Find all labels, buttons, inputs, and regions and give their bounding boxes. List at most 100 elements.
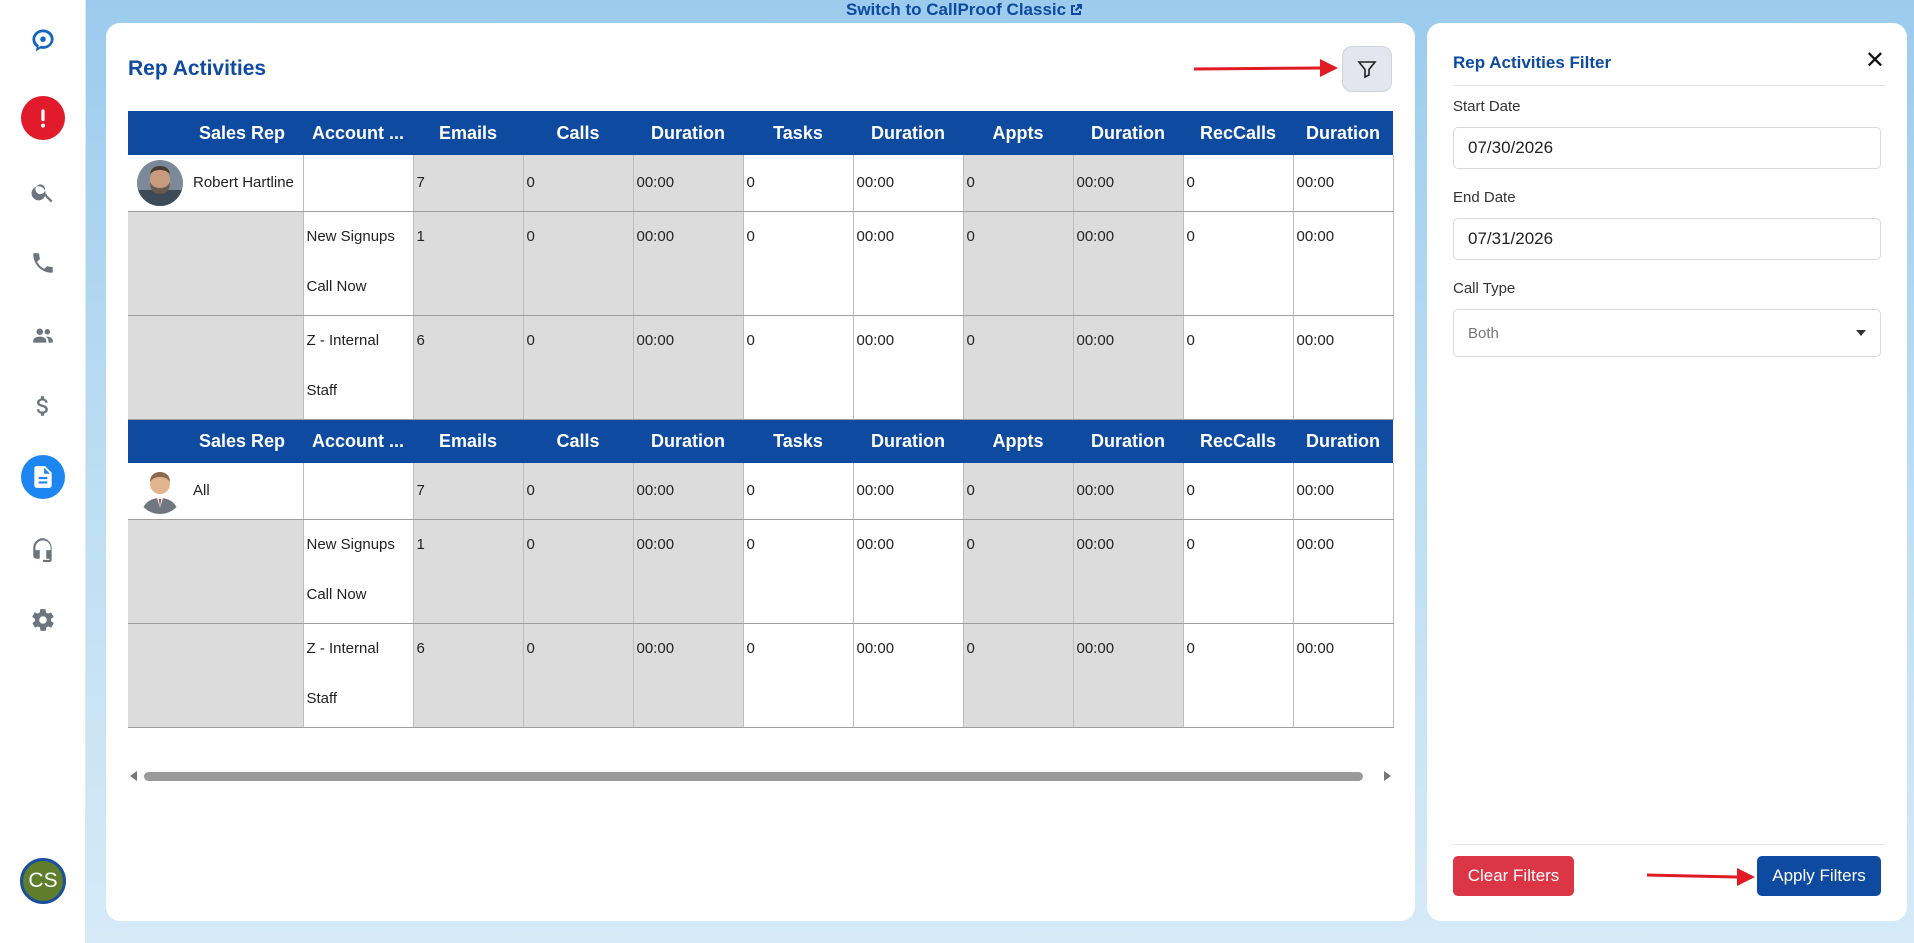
table-cell: 00:00 (1293, 519, 1394, 624)
exclamation-icon[interactable] (21, 96, 65, 140)
column-header[interactable]: Appts (963, 111, 1073, 155)
switch-to-classic-label: Switch to CallProof Classic (846, 0, 1067, 19)
table-cell: 00:00 (1293, 155, 1394, 212)
column-header[interactable]: Duration (1073, 419, 1183, 463)
account-cell: Z - Internal Staff (303, 623, 414, 728)
table-cell: 00:00 (1293, 211, 1394, 316)
column-header[interactable]: Duration (853, 111, 963, 155)
annotation-arrow (1646, 868, 1755, 886)
scroll-right-icon[interactable] (1384, 771, 1391, 781)
rep-activities-panel: Rep Activities Sales Rep Account ... Email… (106, 23, 1415, 921)
search-icon[interactable] (21, 170, 65, 214)
call-type-value: Both (1468, 324, 1499, 342)
table-cell: 0 (743, 623, 854, 728)
table-row[interactable]: Robert Hartline 7 0 00:00 0 00:00 0 00:00 0 00:00 (128, 155, 1394, 212)
table-cell: 0 (963, 463, 1074, 520)
user-avatar[interactable]: CS (20, 858, 66, 904)
clear-filters-button[interactable]: Clear Filters (1453, 856, 1574, 896)
table-row[interactable]: Z - Internal Staff 6 0 00:00 0 00:00 0 00:00 0 00… (128, 623, 1394, 728)
table-cell: 0 (523, 623, 634, 728)
document-icon[interactable] (21, 455, 65, 499)
annotation-arrow (1193, 59, 1338, 77)
column-header[interactable]: Calls (523, 111, 633, 155)
page-title: Rep Activities (128, 57, 267, 80)
table-cell (128, 623, 304, 728)
table-cell: 00:00 (1073, 623, 1184, 728)
external-link-icon (1071, 4, 1083, 15)
column-header[interactable]: RecCalls (1183, 419, 1293, 463)
call-type-label: Call Type (1453, 280, 1516, 297)
table-cell: 00:00 (633, 211, 744, 316)
scroll-left-icon[interactable] (130, 771, 137, 781)
scrollbar-thumb[interactable] (144, 772, 1363, 781)
table-cell: 0 (1183, 463, 1294, 520)
table-cell: 0 (1183, 155, 1294, 212)
column-header[interactable]: Tasks (743, 419, 853, 463)
table-cell: 0 (963, 519, 1074, 624)
horizontal-scrollbar[interactable] (128, 769, 1393, 783)
start-date-label: Start Date (1453, 98, 1521, 115)
table-cell: 00:00 (1073, 155, 1184, 212)
account-cell: New Signups Call Now (303, 519, 414, 624)
table-cell (128, 315, 304, 420)
column-header[interactable]: Account ... (303, 111, 413, 155)
table-cell: 00:00 (853, 155, 964, 212)
column-header[interactable]: Duration (633, 111, 743, 155)
table-cell: 0 (1183, 623, 1294, 728)
table-row[interactable]: Z - Internal Staff 6 0 00:00 0 00:00 0 00:00 0 00… (128, 315, 1394, 420)
rep-cell[interactable]: All (128, 463, 304, 520)
column-header[interactable]: Tasks (743, 111, 853, 155)
table-cell: 0 (743, 463, 854, 520)
table-cell: 0 (523, 211, 634, 316)
apply-filters-button[interactable]: Apply Filters (1757, 856, 1881, 896)
table-cell: 0 (743, 519, 854, 624)
table-cell: 0 (743, 155, 854, 212)
filter-panel: Rep Activities Filter ✕ Start Date 07/30… (1427, 23, 1907, 921)
callproof-logo-icon[interactable] (21, 18, 65, 62)
column-header[interactable]: Emails (413, 111, 523, 155)
table-cell: 00:00 (1293, 623, 1394, 728)
table-row[interactable]: New Signups Call Now 1 0 00:00 0 00:00 0 00:00 0… (128, 211, 1394, 316)
column-header[interactable]: Calls (523, 419, 633, 463)
table-cell: 00:00 (853, 315, 964, 420)
close-icon[interactable]: ✕ (1865, 49, 1885, 73)
table-cell: 0 (1183, 211, 1294, 316)
start-date-input[interactable]: 07/30/2026 (1453, 127, 1881, 169)
column-header[interactable]: RecCalls (1183, 111, 1293, 155)
filter-panel-title: Rep Activities Filter (1453, 53, 1612, 72)
column-header[interactable]: Account ... (303, 419, 413, 463)
rep-cell[interactable]: Robert Hartline (128, 155, 304, 212)
filter-icon (1357, 61, 1377, 79)
column-header[interactable]: Duration (1073, 111, 1183, 155)
column-header[interactable]: Duration (853, 419, 963, 463)
column-header[interactable]: Sales Rep (128, 111, 303, 155)
rep-name: All (193, 482, 210, 500)
table-row[interactable]: New Signups Call Now 1 0 00:00 0 00:00 0 00:00 0… (128, 519, 1394, 624)
table-cell (303, 155, 414, 212)
column-header[interactable]: Appts (963, 419, 1073, 463)
table-cell: 0 (963, 315, 1074, 420)
headset-icon[interactable] (21, 527, 65, 571)
column-header[interactable]: Duration (633, 419, 743, 463)
table-cell: 00:00 (853, 519, 964, 624)
switch-to-classic-link[interactable]: Switch to CallProof Classic (846, 0, 1083, 20)
filter-button[interactable] (1342, 46, 1392, 92)
call-type-select[interactable]: Both (1453, 309, 1881, 357)
table-cell: 1 (413, 519, 524, 624)
avatar (137, 468, 183, 514)
end-date-input[interactable]: 07/31/2026 (1453, 218, 1881, 260)
column-header[interactable]: Duration (1293, 419, 1393, 463)
gear-icon[interactable] (21, 598, 65, 642)
column-header[interactable]: Emails (413, 419, 523, 463)
table-cell: 00:00 (633, 623, 744, 728)
end-date-value: 07/31/2026 (1468, 229, 1554, 248)
phone-icon[interactable] (21, 241, 65, 285)
table-row[interactable]: All 7 0 00:00 0 00:00 0 00:00 0 00:00 (128, 463, 1394, 520)
table-cell: 1 (413, 211, 524, 316)
people-icon[interactable] (21, 313, 65, 357)
column-header[interactable]: Sales Rep (128, 419, 303, 463)
table-cell: 0 (743, 315, 854, 420)
table-cell: 6 (413, 623, 524, 728)
column-header[interactable]: Duration (1293, 111, 1393, 155)
dollar-icon[interactable] (21, 384, 65, 428)
